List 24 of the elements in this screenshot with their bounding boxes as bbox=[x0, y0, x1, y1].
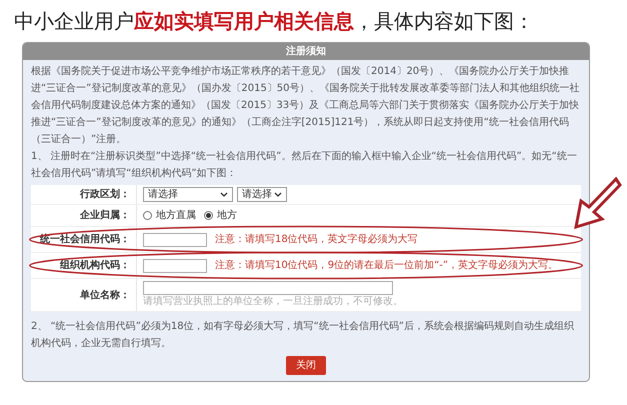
notice-paragraph: 1、 注册时在“注册标识类型”中选择“统一社会信用代码”。然后在下面的输入框中输入企业“统一社会信用代码”。如无“统一社会信用代码”请填写“组织机构代码”如下图： bbox=[31, 150, 578, 181]
field-label: 单位名称： bbox=[31, 279, 137, 311]
close-button[interactable]: 关闭 bbox=[286, 356, 326, 375]
field-hint: 请填写营业执照上的单位全称，一旦注册成功，不可修改。 bbox=[143, 295, 403, 309]
caret-icon bbox=[220, 192, 228, 198]
notice-paragraph: 根据《国务院关于促进市场公平竞争维护市场正常秩序的若干意见》（国发〔2014〕20号）、《国务院办公厅关于加快推进“三证合一”登记制度改革的意见》（国办发〔2015〕50号）、《国务院关于批转发展改革委等部门法人和其他组织统一社会信用代码制度建设总体方案的通知》（国发〔2015〕33号）及《工商总局等六部门关于贯彻落实《国务院办公厅关于加快推进“三证合一”登记制度改革的意见》的通知》（工商企注字[2015]121号），系统从即日起支持使用“统一社会信用代码（三证合一）”注册。 bbox=[31, 64, 581, 147]
input-field[interactable] bbox=[143, 258, 207, 272]
caret-icon bbox=[274, 192, 282, 198]
field-label: 企业归属： bbox=[31, 205, 137, 226]
radio-button[interactable] bbox=[143, 211, 152, 220]
field-label: 组织机构代码： bbox=[31, 253, 137, 278]
input-field[interactable] bbox=[143, 232, 207, 246]
field-note: 注意：请填写18位代码，英文字母必须为大写 bbox=[215, 232, 418, 247]
input-field[interactable] bbox=[143, 281, 393, 295]
radio-button[interactable] bbox=[204, 211, 213, 220]
dropdown[interactable]: 请选择 bbox=[237, 187, 287, 202]
radio-label: 地方直属 bbox=[156, 208, 196, 223]
caption: 中小企业用户应如实填写用户相关信息，具体内容如下图： bbox=[13, 8, 535, 35]
radio-label: 地方 bbox=[217, 208, 237, 223]
dialog-title: 注册须知 bbox=[23, 43, 589, 60]
notice-paragraph: 2、 “统一社会信用代码”必须为18位，如有字母必须大写，填写“统一社会信用代码”后，系统会根据编码规则自动生成组织机构代码，企业无需自行填写。 bbox=[31, 320, 575, 351]
field-note: 注意：请填写10位代码，9位的请在最后一位前加“-”，英文字母必须为大写。 bbox=[215, 258, 558, 273]
field-label: 行政区划： bbox=[31, 185, 137, 204]
dropdown[interactable]: 请选择 bbox=[143, 187, 233, 202]
